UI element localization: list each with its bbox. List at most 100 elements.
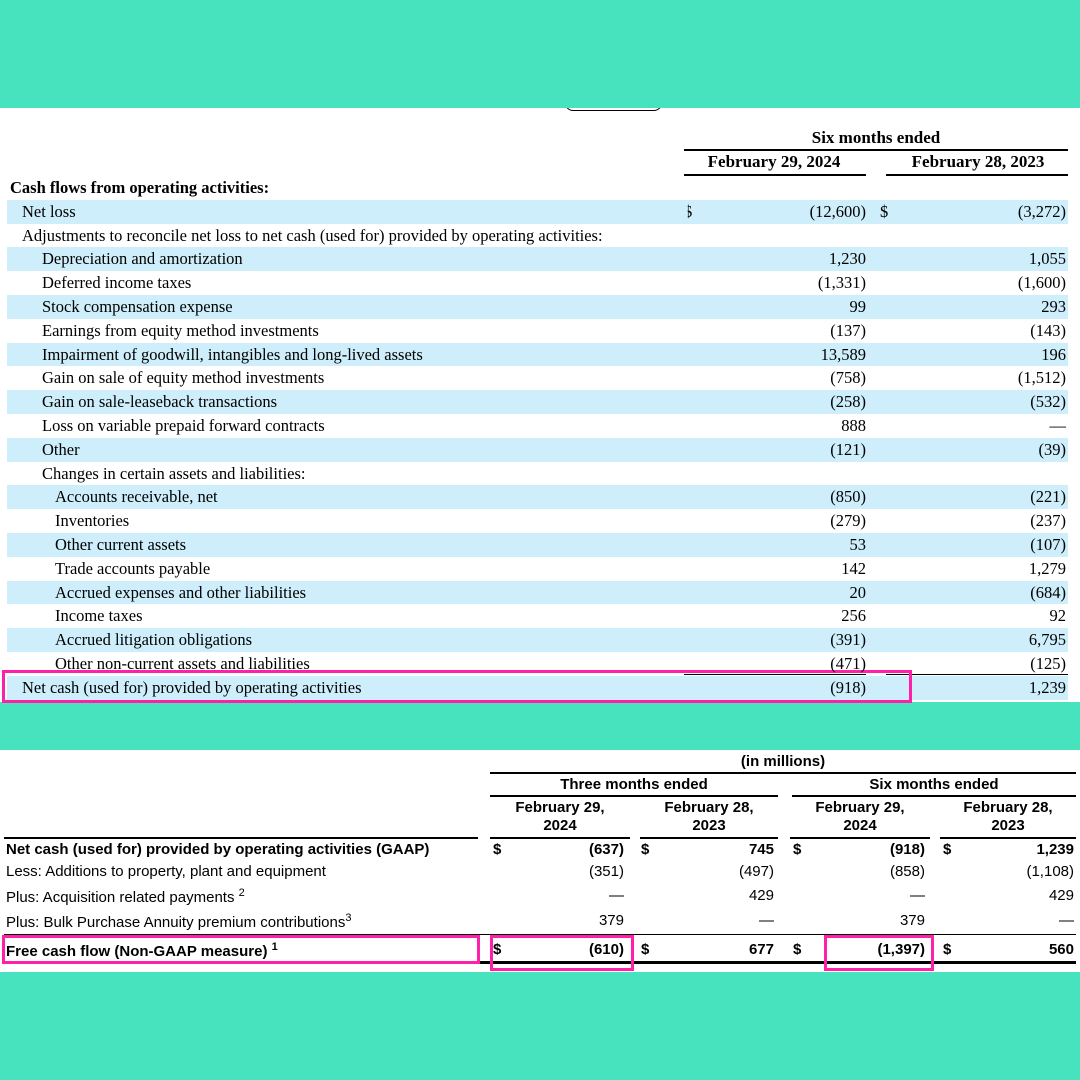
value-2023: (125) — [1030, 653, 1066, 673]
value-2023: 92 — [1049, 606, 1067, 626]
row-label: Accrued expenses and other liabilities — [55, 582, 307, 602]
value-2024: 53 — [849, 534, 867, 554]
statement-row: Deferred income taxes (1,331) (1,600) — [0, 271, 1080, 295]
fcf-value: — — [910, 887, 925, 904]
value-2024: (258) — [830, 392, 866, 412]
statement-row: Depreciation and amortization 1,230 1,055 — [0, 247, 1080, 271]
fcf-value: 429 — [748, 887, 774, 904]
fcf-3m-2024-highlight-box — [490, 935, 634, 971]
row-label: Income taxes — [55, 606, 143, 626]
value-2023: (3,272) — [1017, 201, 1066, 221]
fcf-row-label-text: Plus: Bulk Purchase Annuity premium cont… — [6, 914, 346, 931]
value-2023: 1,055 — [1028, 249, 1066, 269]
fcf-row: Plus: Acquisition related payments 2 — 429… — [0, 887, 1080, 909]
group-rule-2 — [792, 795, 1076, 797]
value-2024: (850) — [830, 487, 866, 507]
value-2024: (471) — [830, 653, 866, 673]
dollar-sign: $ — [493, 841, 502, 858]
fcf-value: 745 — [748, 841, 774, 858]
statement-row: Changes in certain assets and liabilitie… — [0, 462, 1080, 486]
partial-text-fragment — [565, 108, 662, 111]
section-title-row: Cash flows from operating activities: — [0, 176, 1080, 200]
statement-row: Accrued expenses and other liabilities 20… — [0, 580, 1080, 605]
header-rule-1 — [4, 837, 478, 839]
row-label: Accounts receivable, net — [55, 487, 218, 507]
fcf-value: (497) — [738, 863, 774, 880]
value-2024: (391) — [830, 630, 866, 650]
statement-row: Impairment of goodwill, intangibles and … — [0, 342, 1080, 367]
fcf-value: 429 — [1048, 887, 1074, 904]
row-label: Depreciation and amortization — [42, 249, 243, 269]
statement-row: Accrued litigation obligations (391) 6,795 — [0, 628, 1080, 652]
value-2024: 13,589 — [820, 344, 866, 364]
fcf-label-highlight-box — [2, 935, 480, 964]
value-2023: (107) — [1030, 534, 1066, 554]
statement-row: Net loss $ $ (12,600) (3,272) — [0, 199, 1080, 224]
col-header-line: February 29, — [515, 799, 605, 816]
value-2023: — — [1049, 415, 1067, 435]
value-2024: (1,331) — [817, 273, 866, 293]
value-2024: 1,230 — [828, 249, 866, 269]
fcf-value: 379 — [598, 912, 624, 929]
value-2024: (137) — [830, 320, 866, 340]
cash-flow-statement-panel: Six months ended February 29, 2024 Febru… — [0, 108, 1080, 702]
header-rule-2 — [490, 837, 630, 839]
fcf-row-label: Plus: Bulk Purchase Annuity premium cont… — [6, 912, 351, 931]
fcf-row: Less: Additions to property, plant and e… — [0, 863, 1080, 885]
value-2023: (532) — [1030, 392, 1066, 412]
header-rule-3 — [640, 837, 778, 839]
row-label: Changes in certain assets and liabilitie… — [42, 463, 306, 483]
row-label: Loss on variable prepaid forward contrac… — [42, 415, 325, 435]
units-rule — [490, 772, 1076, 774]
fcf-row-label: Plus: Acquisition related payments 2 — [6, 887, 245, 906]
value-2024: (12,600) — [809, 201, 866, 221]
row-label: Trade accounts payable — [55, 558, 211, 578]
statement-row: Gain on sale of equity method investment… — [0, 366, 1080, 390]
value-2023: (1,600) — [1017, 273, 1066, 293]
fcf-value: 677 — [748, 941, 774, 958]
period-header: Six months ended — [811, 128, 941, 147]
dollar-sign: $ — [793, 841, 802, 858]
value-2023: 6,795 — [1028, 630, 1066, 650]
fcf-row: Plus: Bulk Purchase Annuity premium cont… — [0, 912, 1080, 934]
value-2024: (121) — [830, 439, 866, 459]
fcf-value: 1,239 — [1036, 841, 1074, 858]
footnote-marker: 3 — [345, 912, 352, 924]
dollar-sign: $ — [793, 941, 802, 958]
fcf-value: (858) — [889, 863, 925, 880]
fcf-value: 560 — [1048, 941, 1074, 958]
row-label: Adjustments to reconcile net loss to net… — [22, 225, 603, 245]
row-label: Gain on sale-leaseback transactions — [42, 392, 278, 412]
col-header-6m-2023: February 28, 2023 — [940, 799, 1076, 835]
header-rule-5 — [940, 837, 1076, 839]
value-2024: 99 — [849, 296, 867, 316]
col-header-line: 2023 — [692, 817, 726, 834]
statement-row: Stock compensation expense 99 293 — [0, 294, 1080, 319]
column-header-2023: February 28, 2023 — [911, 152, 1045, 171]
fcf-row-label-text: Net cash (used for) provided by operatin… — [6, 841, 430, 858]
value-2023: 1,239 — [1028, 677, 1066, 697]
value-2023: 293 — [1041, 296, 1066, 316]
value-2023: (1,512) — [1017, 368, 1066, 388]
statement-row: Other (121) (39) — [0, 437, 1080, 462]
col-header-3m-2024: February 29, 2024 — [490, 799, 630, 835]
value-2024: 888 — [841, 415, 866, 435]
value-2023: (39) — [1038, 439, 1067, 459]
fcf-value: 379 — [899, 912, 925, 929]
row-label: Accrued litigation obligations — [55, 630, 253, 650]
col-header-line: 2024 — [543, 817, 577, 834]
statement-row: Loss on variable prepaid forward contrac… — [0, 414, 1080, 438]
statement-row: Gain on sale-leaseback transactions (258)… — [0, 390, 1080, 414]
statement-row: Trade accounts payable 142 1,279 — [0, 557, 1080, 581]
value-2024: 20 — [849, 582, 867, 602]
value-2023: (143) — [1030, 320, 1066, 340]
fcf-value: (351) — [588, 863, 624, 880]
row-label: Stock compensation expense — [42, 296, 233, 316]
dollar-sign: $ — [641, 841, 650, 858]
group-rule-1 — [490, 795, 778, 797]
row-label: Other non-current assets and liabilities — [55, 653, 310, 673]
col-header-line: 2024 — [843, 817, 877, 834]
fcf-row-label-text: Less: Additions to property, plant and e… — [6, 863, 326, 880]
dollar-sign: $ — [943, 841, 952, 858]
fcf-value: — — [759, 912, 774, 929]
